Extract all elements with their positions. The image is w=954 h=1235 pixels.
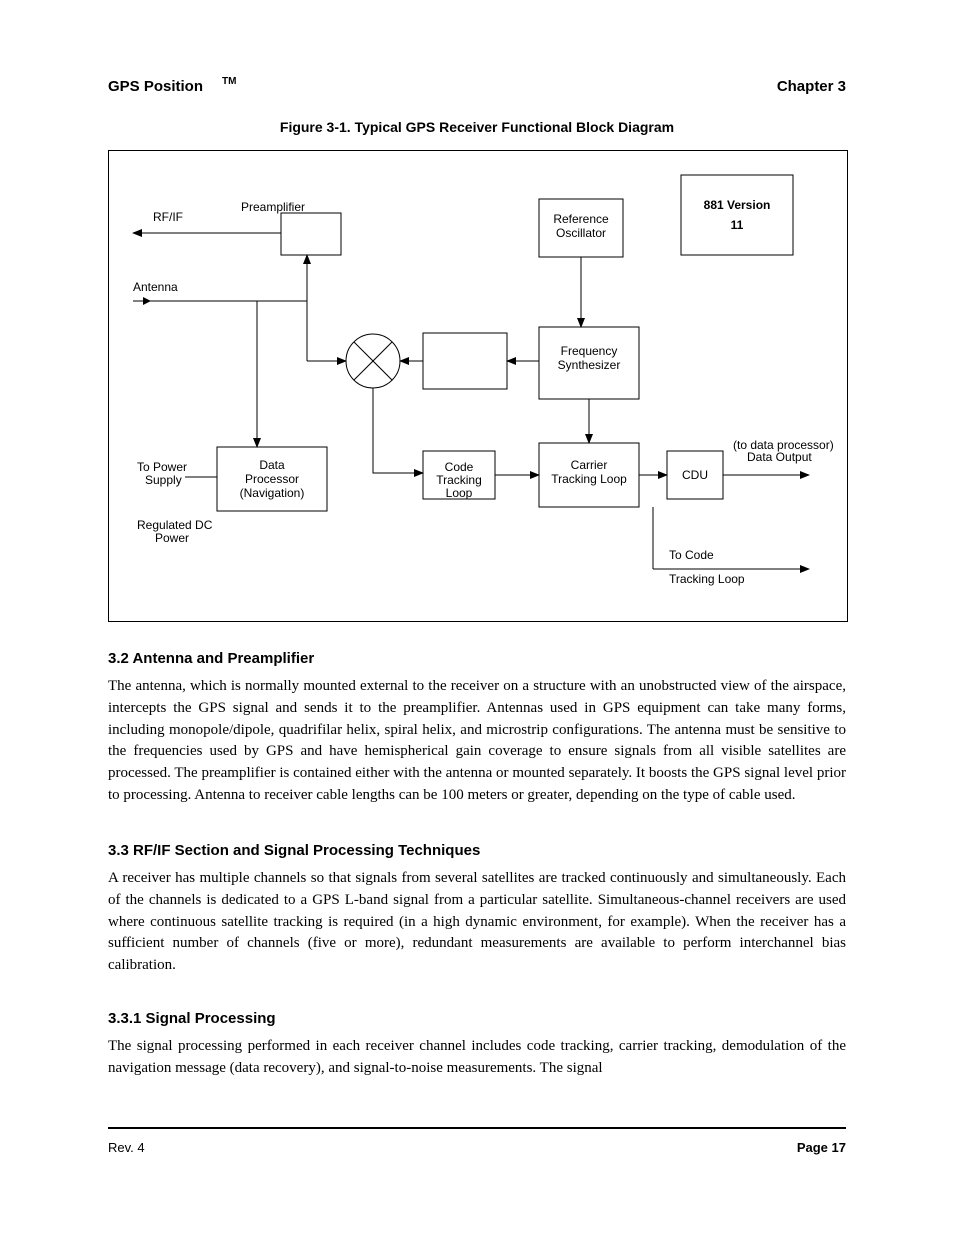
section-3-3-body: A receiver has multiple channels so that…	[108, 868, 846, 977]
section-3-2-body: The antenna, which is normally mounted e…	[108, 676, 846, 807]
label-ref-osc-1: Reference	[553, 212, 609, 226]
section-3-2-heading: 3.2 Antenna and Preamplifier	[108, 650, 314, 667]
label-out-top-2: (to data processor)	[733, 438, 834, 452]
block-diagram: 881 Version 11 Preamplifier Reference Os…	[109, 151, 847, 621]
header-left: GPS Position	[108, 78, 203, 95]
label-preamp: Preamplifier	[241, 200, 305, 214]
label-out-bot-1: To Code	[669, 548, 714, 562]
footer-left: Rev. 4	[108, 1140, 145, 1155]
label-out-bot-2: Tracking Loop	[669, 572, 745, 586]
trademark-symbol: TM	[222, 76, 236, 87]
version-box-line2: 11	[731, 218, 744, 232]
label-power-in-2: Power	[155, 531, 189, 545]
label-rfif: RF/IF	[153, 210, 183, 224]
page: GPS Position TM Chapter 3 Figure 3-1. Ty…	[0, 0, 954, 1235]
label-code-track-2: Tracking	[436, 473, 482, 487]
label-ref-osc-2: Oscillator	[556, 226, 606, 240]
label-code-track-1: Code	[445, 460, 474, 474]
label-to-power-2: Supply	[145, 473, 182, 487]
label-dpnav-3: (Navigation)	[240, 486, 305, 500]
label-cdu: CDU	[682, 468, 708, 482]
version-box-line1: 881 Version	[704, 198, 771, 212]
figure-title: Figure 3-1. Typical GPS Receiver Functio…	[0, 119, 954, 135]
section-3-3-heading: 3.3 RF/IF Section and Signal Processing …	[108, 842, 480, 859]
section-3-3-1-heading: 3.3.1 Signal Processing	[108, 1010, 276, 1027]
footer-rule	[108, 1127, 846, 1129]
label-antenna: Antenna	[133, 280, 178, 294]
footer-right: Page 17	[797, 1140, 846, 1155]
section-3-3-1-body: The signal processing performed in each …	[108, 1036, 846, 1080]
label-dpnav-1: Data	[259, 458, 285, 472]
label-dpnav-2: Processor	[245, 472, 299, 486]
label-power-in-1: Regulated DC	[137, 518, 213, 532]
label-out-top-1: Data Output	[747, 450, 812, 464]
label-freq-synth-1: Frequency	[561, 344, 618, 358]
label-carrier-2: Tracking Loop	[551, 472, 627, 486]
label-carrier-1: Carrier	[571, 458, 608, 472]
header-right: Chapter 3	[777, 78, 846, 95]
label-to-power-1: To Power	[137, 460, 187, 474]
label-code-track-3: Loop	[446, 486, 473, 500]
label-freq-synth-2: Synthesizer	[558, 358, 621, 372]
diagram-container: 881 Version 11 Preamplifier Reference Os…	[108, 150, 848, 622]
